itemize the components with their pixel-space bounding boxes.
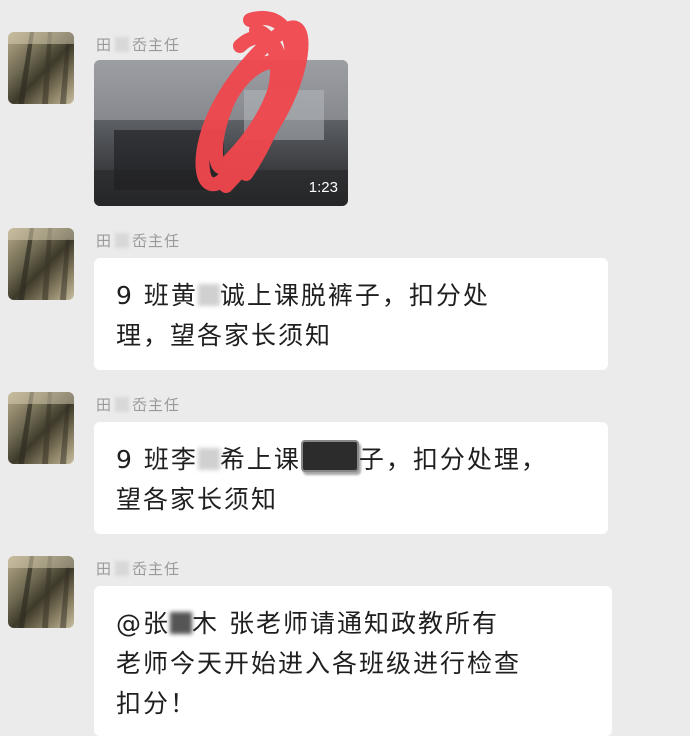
redaction-box	[300, 440, 359, 472]
sender-name-suffix: 岙主任	[132, 560, 181, 578]
text-message-bubble[interactable]: 9 班李 希上课 子，扣分处理， 望各家长须知	[94, 422, 608, 534]
message-line: @张木 张老师请通知政教所有	[116, 604, 586, 644]
avatar[interactable]	[8, 392, 74, 464]
avatar[interactable]	[8, 556, 74, 628]
avatar-image	[8, 32, 74, 104]
message-line: 9 班李 希上课 子，扣分处理，	[116, 440, 582, 480]
sender-name-suffix: 岙主任	[132, 232, 181, 250]
avatar[interactable]	[8, 228, 74, 300]
mention-text: @张	[116, 609, 171, 638]
message-line: 望各家长须知	[116, 485, 279, 514]
avatar-image	[8, 392, 74, 464]
message-text: 9 班黄	[116, 281, 198, 310]
redaction	[115, 561, 130, 576]
redaction	[197, 284, 220, 306]
message-text: 希上课	[219, 445, 301, 474]
avatar-image	[8, 228, 74, 300]
avatar[interactable]	[8, 32, 74, 104]
sender-name-prefix: 田	[96, 560, 113, 578]
message-text: 木 张老师请通知政教所有	[192, 609, 499, 638]
text-message-bubble[interactable]: @张木 张老师请通知政教所有 老师今天开始进入各班级进行检查 扣分！	[94, 586, 612, 736]
redaction	[115, 37, 130, 52]
chat-window: 田岙主任 1:23 田岙主任 9 班黄 诚上课脱裤子，扣分处 理，望各家长须知 …	[0, 0, 690, 736]
message-line: 9 班黄 诚上课脱裤子，扣分处	[116, 276, 582, 316]
sender-name: 田 岙主任	[96, 230, 180, 251]
redaction	[197, 448, 220, 470]
sender-name-suffix: 岙主任	[132, 36, 181, 54]
message-line: 理，望各家长须知	[116, 321, 333, 350]
sender-name: 田 岙主任	[96, 34, 180, 55]
red-scribble-overlay	[195, 10, 309, 193]
sender-name-prefix: 田	[96, 36, 113, 54]
message-text: 诚上课脱裤	[219, 281, 355, 310]
redaction	[170, 612, 193, 634]
redaction	[115, 233, 130, 248]
avatar-image	[8, 556, 74, 628]
sender-name: 田 岙主任	[96, 394, 180, 415]
message-text: 子，扣分处理，	[358, 445, 548, 474]
message-text: 9 班李	[116, 445, 198, 474]
sender-name-suffix: 岙主任	[132, 396, 181, 414]
message-line: 老师今天开始进入各班级进行检查	[116, 649, 522, 678]
message-text: 子，扣分处	[354, 281, 490, 310]
sender-name-prefix: 田	[96, 396, 113, 414]
text-message-bubble[interactable]: 9 班黄 诚上课脱裤子，扣分处 理，望各家长须知	[94, 258, 608, 370]
message-line: 扣分！	[116, 689, 198, 718]
sender-name-prefix: 田	[96, 232, 113, 250]
sender-name: 田 岙主任	[96, 558, 180, 579]
redaction	[115, 397, 130, 412]
